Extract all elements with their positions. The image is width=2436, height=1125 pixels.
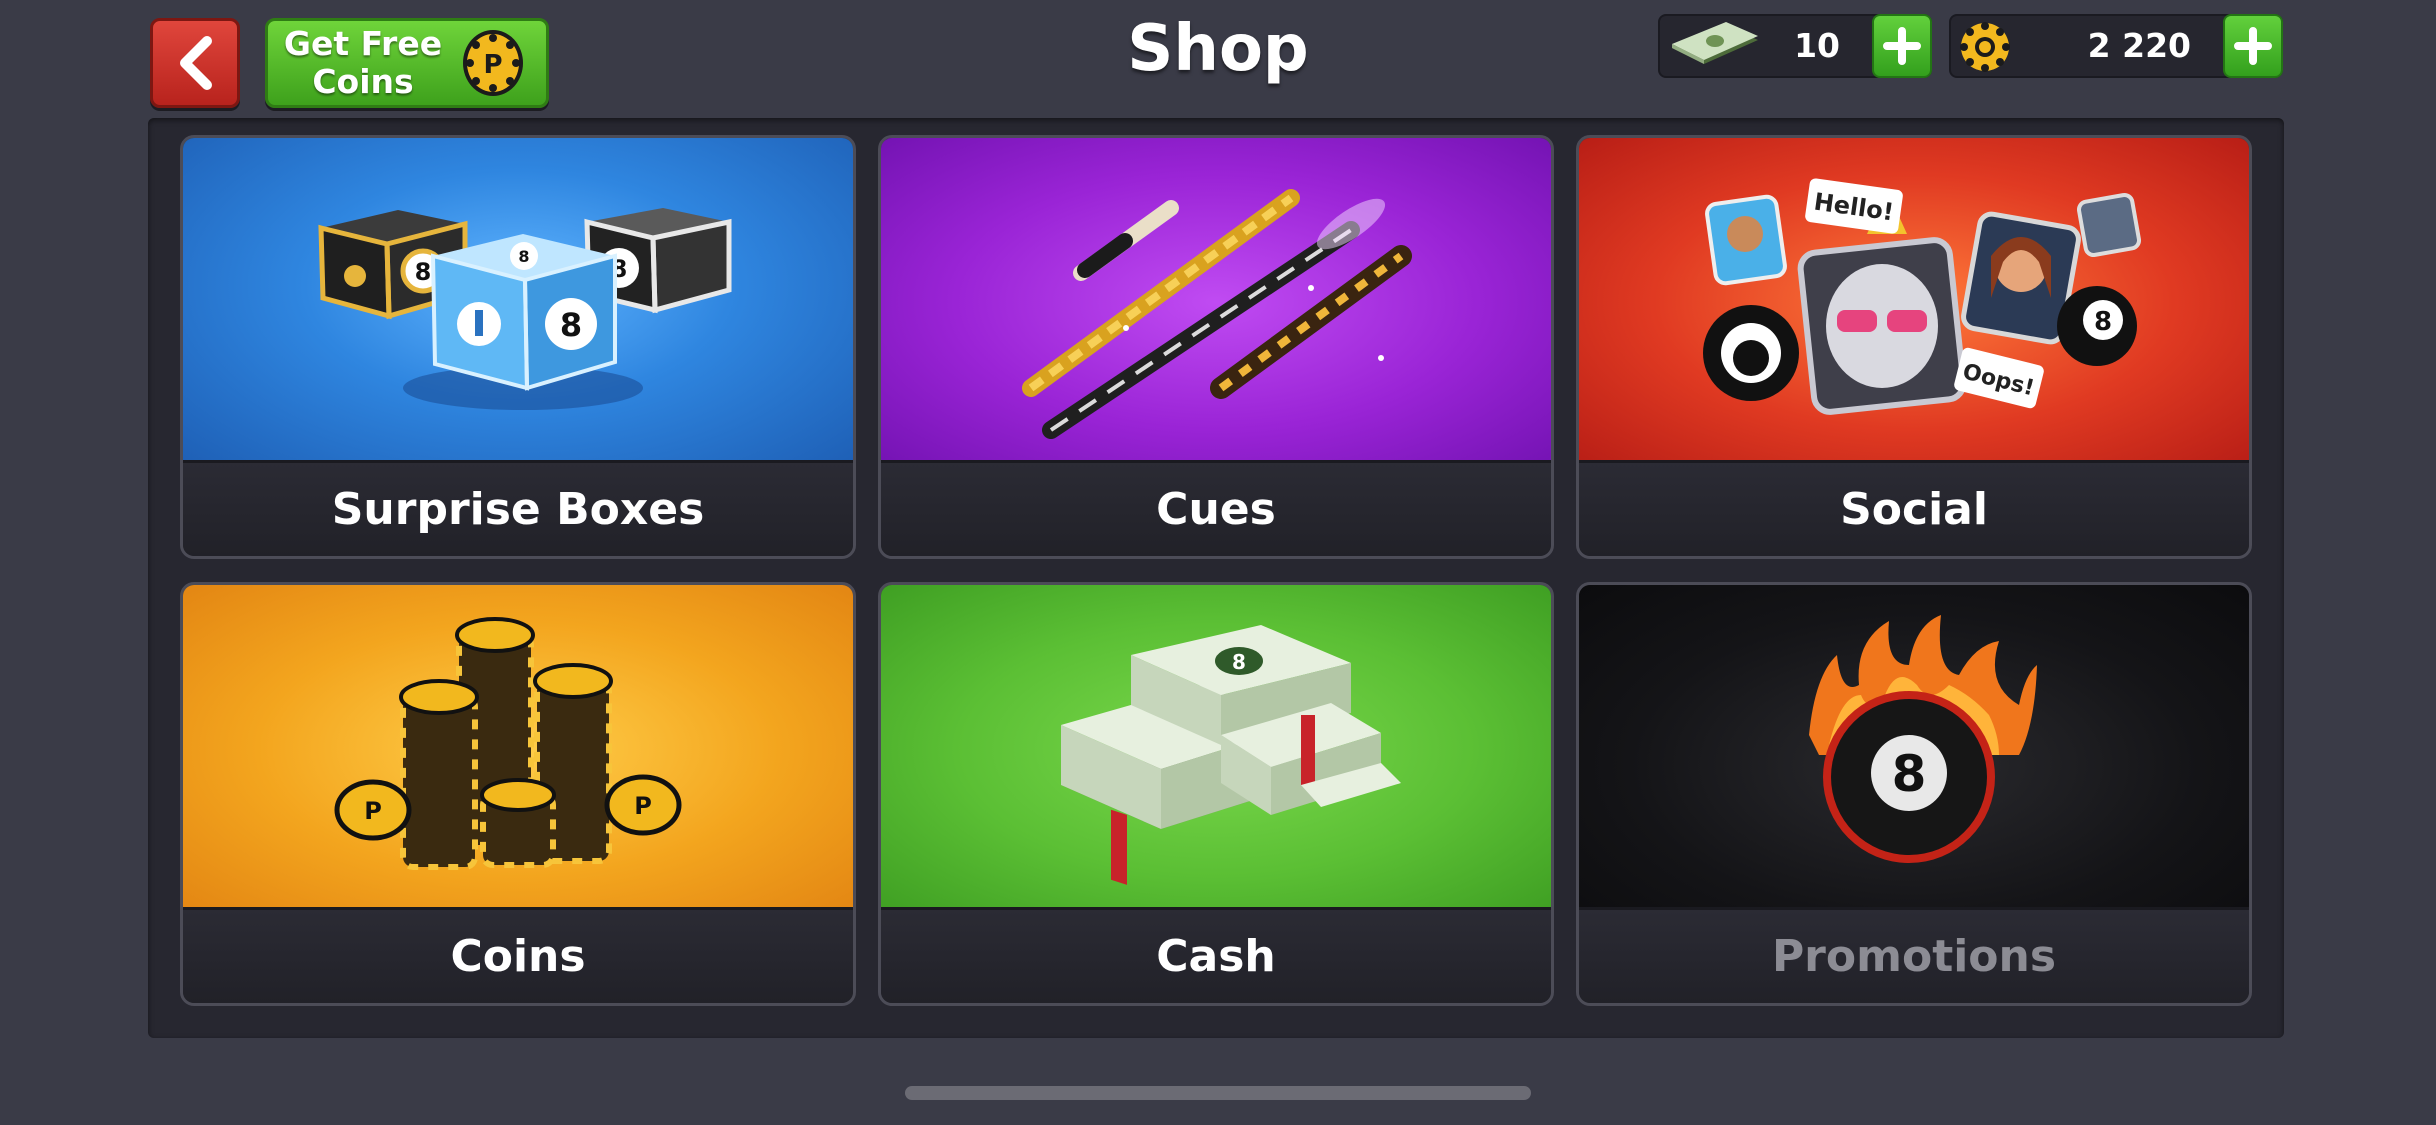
- promotions-art: 8: [1579, 585, 2249, 913]
- tile-promotions[interactable]: 8 Promotions: [1576, 582, 2252, 1006]
- tile-social-label: Social: [1579, 460, 2249, 556]
- coins-counter: 2 220: [1949, 14, 2283, 78]
- cash-stack-icon: [1672, 22, 1758, 64]
- cash-counter: 10: [1658, 14, 1932, 78]
- tile-cash[interactable]: 8 Cash: [878, 582, 1554, 1006]
- svg-text:8: 8: [415, 258, 432, 286]
- svg-text:8: 8: [518, 247, 529, 266]
- surprise-boxes-icon: 8 8 8 8: [318, 208, 732, 410]
- tile-cues[interactable]: Cues: [878, 135, 1554, 559]
- shop-panel: 8 8 8 8 Surprise Boxes Cues Hello! 8 Oop…: [148, 118, 2284, 1038]
- tile-cues-label: Cues: [881, 460, 1551, 556]
- add-coins-button[interactable]: [2223, 14, 2283, 78]
- surprise-boxes-art: 8 8 8 8: [183, 138, 853, 466]
- cash-amount: 10: [1794, 26, 1840, 65]
- social-art: Hello! 8 Oops!: [1579, 138, 2249, 466]
- tile-cash-label: Cash: [881, 907, 1551, 1003]
- coins-art: P P: [183, 585, 853, 913]
- home-indicator[interactable]: [905, 1086, 1531, 1100]
- tile-surprise-boxes[interactable]: 8 8 8 8 Surprise Boxes: [180, 135, 856, 559]
- tile-social[interactable]: Hello! 8 Oops! Social: [1576, 135, 2252, 559]
- svg-text:8: 8: [1892, 745, 1927, 803]
- svg-text:8: 8: [1232, 650, 1246, 674]
- coin-icon: [1960, 22, 2010, 72]
- svg-text:8: 8: [560, 306, 582, 344]
- coins-amount: 2 220: [2087, 26, 2191, 65]
- tile-promotions-label: Promotions: [1579, 907, 2249, 1003]
- cues-art: [881, 138, 1551, 466]
- add-cash-button[interactable]: [1872, 14, 1932, 78]
- tile-coins[interactable]: P P Coins: [180, 582, 856, 1006]
- tile-surprise-boxes-label: Surprise Boxes: [183, 460, 853, 556]
- plus-icon: [1883, 27, 1921, 65]
- svg-text:P: P: [634, 792, 652, 820]
- svg-text:8: 8: [2094, 307, 2112, 337]
- svg-text:P: P: [364, 797, 382, 825]
- flaming-8-ball-icon: 8: [1809, 615, 2037, 863]
- cues-icon: [1022, 189, 1412, 439]
- plus-icon: [2234, 27, 2272, 65]
- cash-art: 8: [881, 585, 1551, 913]
- cash-stacks-icon: 8: [1061, 625, 1401, 885]
- social-avatars-icon: Hello! 8 Oops!: [1703, 178, 2142, 415]
- coin-stacks-icon: P P: [334, 617, 682, 870]
- tile-coins-label: Coins: [183, 907, 853, 1003]
